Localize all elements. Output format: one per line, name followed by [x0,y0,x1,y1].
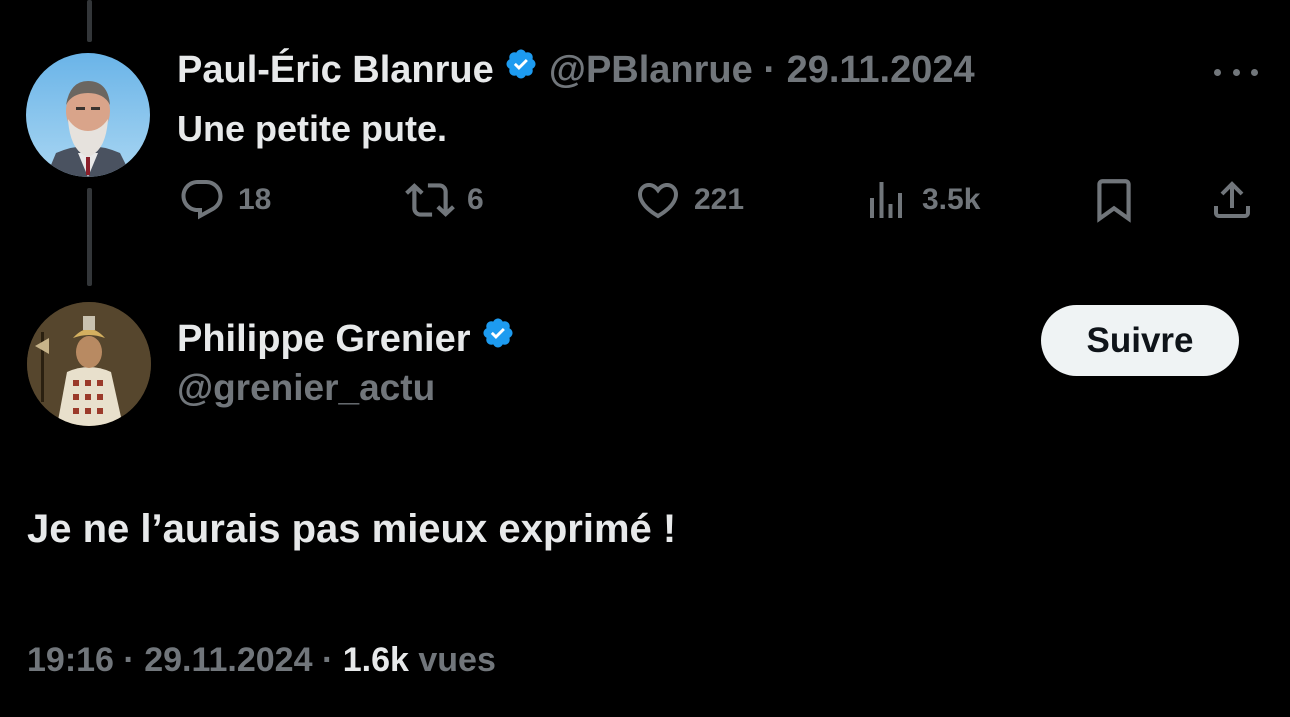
author-handle[interactable]: @PBlanrue [549,49,753,91]
more-icon[interactable] [1214,62,1258,82]
tweet-date[interactable]: 29.11.2024 [144,641,312,679]
thread-line-bottom [87,188,92,286]
author-name[interactable]: Philippe Grenier [177,318,471,360]
follow-button[interactable]: Suivre [1041,305,1239,376]
heart-icon [637,183,679,219]
bookmark-button[interactable] [1089,175,1139,225]
repost-icon [405,183,455,217]
views-button[interactable]: 3.5k [862,175,980,225]
tweet-time[interactable]: 19:16 [27,641,114,679]
verified-badge-icon [504,47,538,91]
author-name[interactable]: Paul-Éric Blanrue [177,49,494,91]
verified-badge-icon [481,316,515,360]
views-label: vues [418,641,496,679]
views-count: 3.5k [922,183,981,216]
separator: · [763,49,776,91]
reply-count: 18 [238,183,272,216]
separator: · [123,641,135,679]
thread-line-top [87,0,92,42]
tweet-text: Une petite pute. [177,108,448,149]
bookmark-icon [1097,179,1131,223]
analytics-icon [870,182,902,218]
repost-count: 6 [467,183,484,216]
like-count: 221 [694,183,745,216]
share-icon [1214,181,1250,218]
author-handle[interactable]: @grenier_actu [177,367,435,409]
tweet-meta: 19:16 · 29.11.2024 · 1.6k vues [27,641,496,680]
separator: · [321,641,334,679]
repost-button[interactable]: 6 [405,175,484,225]
reply-button[interactable]: 18 [178,175,271,225]
author-line: Philippe Grenier [177,318,515,363]
avatar[interactable] [27,302,151,426]
like-button[interactable]: 221 [634,175,744,225]
tweet-date[interactable]: 29.11.2024 [787,49,975,91]
views-count: 1.6k [342,641,409,679]
author-line: Paul-Éric Blanrue @PBlanrue · 29.11.2024 [177,49,975,94]
tweet-text: Je ne l’aurais pas mieux exprimé ! [27,507,677,551]
avatar[interactable] [26,53,150,177]
share-button[interactable] [1208,175,1256,225]
reply-icon [181,180,223,220]
